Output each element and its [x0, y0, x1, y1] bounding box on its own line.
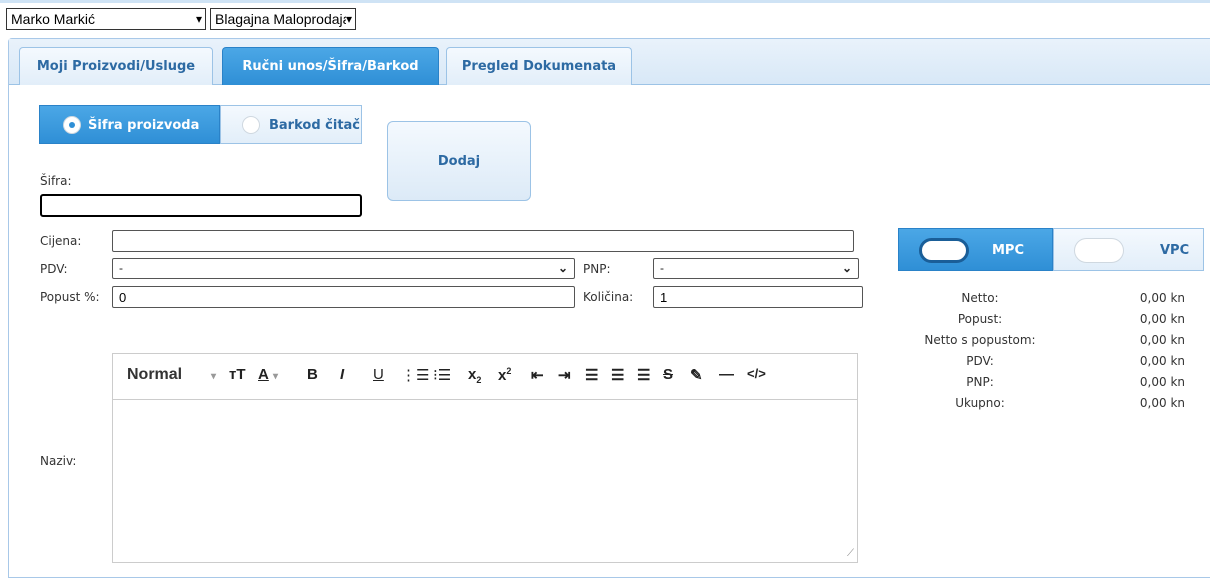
pdv-select[interactable]: - ⌄ [112, 258, 575, 279]
popust-label: Popust %: [40, 290, 100, 304]
summary-value: 0,00 kn [1139, 354, 1185, 368]
mpc-label: MPC [992, 243, 1025, 258]
indent-icon[interactable]: ⇥ [558, 366, 571, 384]
toggle-unselected-icon [1074, 238, 1124, 263]
tab-moji-proizvodi[interactable]: Moji Proizvodi/Usluge [19, 47, 213, 85]
text-height-icon[interactable]: тT [229, 366, 246, 383]
summary-label: Popust: [957, 312, 1003, 326]
align-center-icon[interactable]: ☰ [611, 366, 624, 384]
price-mode-toggle: MPC VPC [898, 228, 1204, 271]
summary-row: Ukupno: 0,00 kn [900, 396, 1190, 416]
naziv-editor: Normal ▾ тT A ▾ B I U ⋮☰ ⁝☰ x2 x2 ⇤ ⇥ ☰ … [112, 353, 858, 563]
entry-mode-toggle: Šifra proizvoda Barkod čitač [39, 105, 362, 144]
barkod-citac-label: Barkod čitač [269, 118, 361, 133]
chevron-down-icon: ⌄ [841, 261, 852, 275]
pdv-label: PDV: [40, 262, 68, 276]
barkod-citac-option[interactable]: Barkod čitač [220, 105, 362, 144]
sifra-proizvoda-option[interactable]: Šifra proizvoda [39, 105, 220, 144]
top-bar: Marko Markić ▾ Blagajna Maloprodaja ▾ [0, 0, 1210, 30]
format-select[interactable]: Normal [127, 366, 182, 384]
radio-unselected-icon [242, 116, 260, 134]
summary-value: 0,00 kn [1139, 312, 1185, 326]
editor-content[interactable] [113, 400, 857, 563]
kolicina-input[interactable] [653, 286, 863, 308]
chevron-down-icon: ▾ [195, 12, 202, 26]
top-border [0, 0, 1210, 3]
subscript-icon[interactable]: x2 [468, 366, 481, 385]
outdent-icon[interactable]: ⇤ [531, 366, 544, 384]
bold-icon[interactable]: B [307, 366, 318, 383]
summary-label: PNP: [966, 375, 994, 389]
pnp-label: PNP: [583, 262, 611, 276]
underline-icon[interactable]: U [373, 366, 384, 383]
register-select-value: Blagajna Maloprodaja [215, 11, 351, 27]
mpc-option[interactable]: MPC [898, 228, 1053, 271]
tab-strip: Moji Proizvodi/Usluge Ručni unos/Šifra/B… [9, 39, 1210, 85]
summary-row: Popust: 0,00 kn [900, 312, 1190, 332]
kolicina-label: Količina: [583, 290, 634, 304]
align-right-icon[interactable]: ☰ [637, 366, 650, 384]
align-left-icon[interactable]: ☰ [585, 366, 598, 384]
italic-icon[interactable]: I [340, 366, 344, 383]
summary-label: Netto: [961, 291, 999, 305]
bullet-list-icon[interactable]: ⁝☰ [433, 366, 451, 384]
highlight-icon[interactable]: ✎ [690, 366, 703, 384]
toggle-selected-icon [919, 238, 969, 263]
summary-value: 0,00 kn [1139, 375, 1185, 389]
sifra-input[interactable] [40, 194, 362, 217]
vpc-option[interactable]: VPC [1053, 228, 1204, 271]
summary-value: 0,00 kn [1139, 333, 1185, 347]
add-button[interactable]: Dodaj [387, 121, 531, 201]
cijena-label: Cijena: [40, 234, 82, 248]
summary-row: PDV: 0,00 kn [900, 354, 1190, 374]
summary-value: 0,00 kn [1139, 396, 1185, 410]
chevron-down-icon: ▾ [211, 371, 217, 382]
pnp-select-value: - [660, 261, 664, 275]
ordered-list-icon[interactable]: ⋮☰ [401, 366, 429, 384]
chevron-down-icon: ▾ [345, 10, 352, 28]
summary-row: Netto: 0,00 kn [900, 291, 1190, 311]
summary-label: Netto s popustom: [924, 333, 1036, 347]
code-icon[interactable]: </> [747, 366, 766, 381]
register-select[interactable]: Blagajna Maloprodaja ▾ [210, 8, 356, 30]
summary-value: 0,00 kn [1139, 291, 1185, 305]
editor-toolbar: Normal ▾ тT A ▾ B I U ⋮☰ ⁝☰ x2 x2 ⇤ ⇥ ☰ … [113, 354, 857, 400]
tab-rucni-unos[interactable]: Ručni unos/Šifra/Barkod [222, 47, 439, 85]
naziv-label: Naziv: [40, 454, 77, 468]
horizontal-rule-icon[interactable]: — [719, 366, 734, 383]
radio-selected-icon [63, 116, 81, 134]
resize-handle-icon[interactable]: ⟋ [847, 548, 854, 559]
summary-label: PDV: [966, 354, 994, 368]
user-select-value: Marko Markić [11, 11, 96, 27]
font-color-icon[interactable]: A [258, 366, 269, 383]
vpc-label: VPC [1160, 243, 1190, 258]
pnp-select[interactable]: - ⌄ [653, 258, 859, 279]
user-select[interactable]: Marko Markić ▾ [6, 8, 206, 30]
cijena-input[interactable] [112, 230, 854, 252]
tab-pregled-dokumenata[interactable]: Pregled Dokumenata [446, 47, 632, 85]
summary-label: Ukupno: [955, 396, 1005, 410]
popust-input[interactable] [112, 286, 575, 308]
summary-row: Netto s popustom: 0,00 kn [900, 333, 1190, 353]
summary-row: PNP: 0,00 kn [900, 375, 1190, 395]
superscript-icon[interactable]: x2 [498, 366, 511, 384]
chevron-down-icon: ⌄ [557, 261, 568, 275]
sifra-proizvoda-label: Šifra proizvoda [88, 118, 200, 133]
strikethrough-icon[interactable]: S [663, 366, 673, 383]
pdv-select-value: - [119, 261, 123, 275]
chevron-down-icon: ▾ [273, 371, 279, 382]
sifra-label: Šifra: [40, 174, 72, 188]
